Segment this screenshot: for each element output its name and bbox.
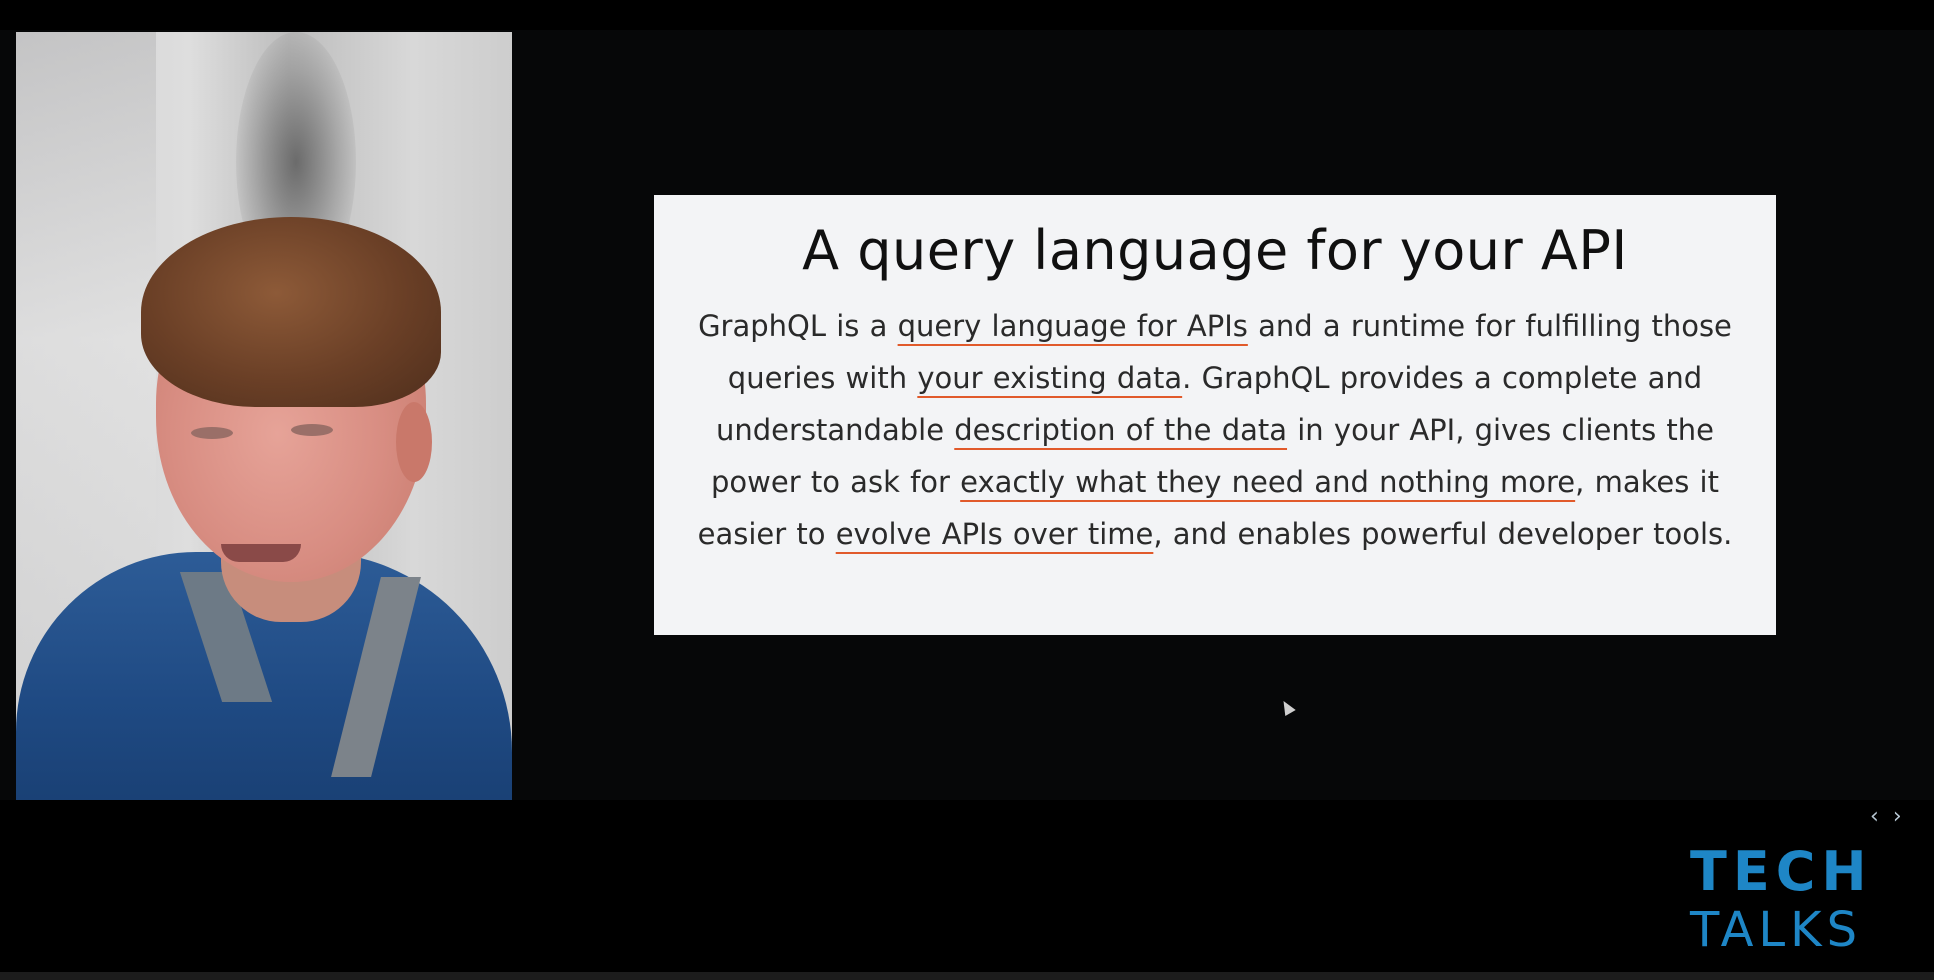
slide-title: A query language for your API (802, 219, 1628, 282)
highlight-description-of-data: description of the data (954, 413, 1288, 447)
slide-body: GraphQL is a query language for APIs and… (682, 300, 1748, 560)
highlight-query-language: query language for APIs (897, 309, 1248, 343)
body-text: GraphQL is a (698, 309, 898, 343)
chevron-left-icon[interactable]: ‹ (1870, 806, 1879, 828)
speaker-eye-left (191, 427, 233, 439)
highlight-exactly-what-they-need: exactly what they need and nothing more (960, 465, 1576, 499)
slide-navigation: ‹ › (1870, 806, 1902, 828)
video-stage: A query language for your API GraphQL is… (0, 0, 1934, 980)
slide-card: A query language for your API GraphQL is… (654, 195, 1776, 635)
logo-line-tech: TECH (1690, 840, 1873, 903)
highlight-evolve-apis: evolve APIs over time (835, 517, 1154, 551)
presentation-area: A query language for your API GraphQL is… (0, 30, 1934, 828)
speaker-ear (396, 402, 432, 482)
mouse-cursor-icon (1278, 697, 1296, 717)
highlight-existing-data: your existing data (917, 361, 1183, 395)
speaker-hair (141, 217, 441, 407)
speaker-webcam (16, 32, 512, 800)
chevron-right-icon[interactable]: › (1893, 806, 1902, 828)
body-text: , and enables powerful developer tools. (1153, 517, 1733, 551)
bottom-strip (0, 972, 1934, 980)
speaker-eye-right (291, 424, 333, 436)
tech-talks-logo: TECH TALKS (1690, 840, 1873, 959)
logo-line-talks: TALKS (1690, 902, 1863, 958)
speaker-mouth (221, 544, 301, 562)
